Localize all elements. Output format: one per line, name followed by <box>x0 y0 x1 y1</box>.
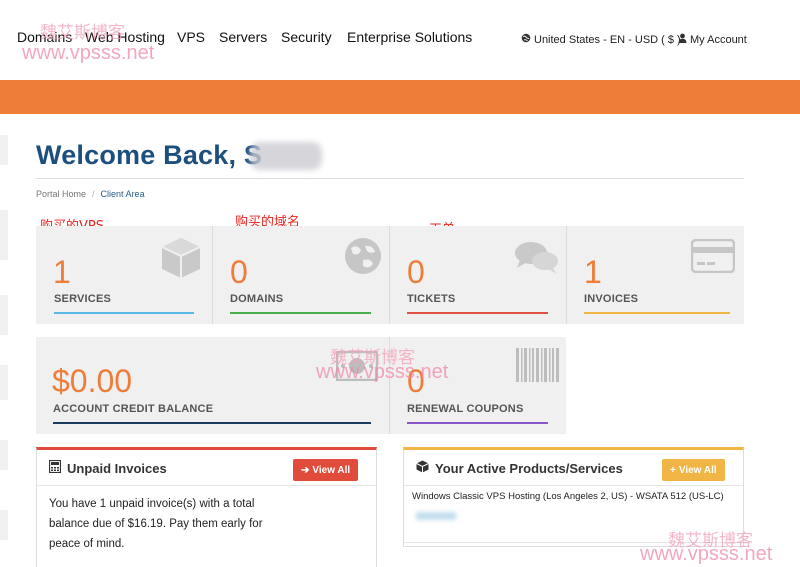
unpaid-invoices-header: Unpaid Invoices ➔ View All <box>37 450 376 486</box>
barcode-icon <box>516 348 560 387</box>
unpaid-invoices-title: Unpaid Invoices <box>48 459 167 476</box>
redacted-name <box>250 142 322 170</box>
header-banner <box>0 80 800 114</box>
left-edge-strip <box>0 440 8 470</box>
active-products-title-text: Your Active Products/Services <box>435 460 623 476</box>
divider <box>404 542 743 543</box>
cube-icon <box>416 460 429 476</box>
left-edge-strip <box>0 135 8 165</box>
page-title: Welcome Back, S <box>36 140 263 170</box>
breadcrumb-client-area[interactable]: Client Area <box>101 189 145 199</box>
credit-balance-underline <box>53 422 371 424</box>
services-tile[interactable]: 1 SERVICES <box>36 226 212 324</box>
tickets-underline <box>407 312 548 314</box>
tickets-tile[interactable]: 0 TICKETS <box>390 226 566 324</box>
nav-domains[interactable]: Domains <box>17 29 72 45</box>
domains-label: DOMAINS <box>230 293 284 305</box>
products-view-all-button[interactable]: + View All <box>662 459 725 481</box>
breadcrumb-separator: / <box>92 189 95 199</box>
active-products-panel: Your Active Products/Services + View All… <box>403 447 744 547</box>
unpaid-view-all-label: View All <box>312 464 351 476</box>
renewal-coupons-underline <box>407 422 548 424</box>
calculator-icon <box>48 459 62 476</box>
invoices-tile[interactable]: 1 INVOICES <box>567 226 744 324</box>
arrow-right-icon: ➔ <box>301 464 310 476</box>
nav-servers[interactable]: Servers <box>219 29 267 45</box>
nav-security[interactable]: Security <box>281 29 332 45</box>
credit-balance-value: $0.00 <box>52 363 133 399</box>
left-edge-strip <box>0 295 8 335</box>
renewal-coupons-tile[interactable]: 0 RENEWAL COUPONS <box>390 337 566 434</box>
services-count: 1 <box>53 254 71 290</box>
unpaid-message-line: peace of mind. <box>49 538 125 550</box>
nav-vps[interactable]: VPS <box>177 29 205 45</box>
breadcrumb-portal-home[interactable]: Portal Home <box>36 189 86 199</box>
renewal-coupons-label: RENEWAL COUPONS <box>407 403 524 415</box>
unpaid-invoices-title-text: Unpaid Invoices <box>67 460 167 476</box>
active-product-item[interactable]: Windows Classic VPS Hosting (Los Angeles… <box>412 490 724 504</box>
breadcrumb: Portal Home / Client Area <box>36 189 145 199</box>
services-label: SERVICES <box>54 293 112 305</box>
invoices-count: 1 <box>584 254 602 290</box>
invoices-underline <box>584 312 730 314</box>
locale-selector[interactable]: United States - EN - USD ( $ ) <box>521 33 681 46</box>
my-account-link[interactable]: My Account <box>678 33 747 46</box>
credit-balance-label: ACCOUNT CREDIT BALANCE <box>53 403 214 415</box>
top-navigation: Domains Web Hosting VPS Servers Security… <box>0 0 800 80</box>
unpaid-message-line: balance due of $16.19. Pay them early fo… <box>49 518 263 530</box>
tickets-count: 0 <box>407 254 425 290</box>
credit-card-icon <box>690 238 736 278</box>
nav-enterprise-solutions[interactable]: Enterprise Solutions <box>347 29 472 45</box>
domains-tile[interactable]: 0 DOMAINS <box>213 226 389 324</box>
domains-count: 0 <box>230 254 248 290</box>
money-icon <box>335 350 379 386</box>
globe-icon <box>343 236 383 281</box>
cube-icon <box>160 236 202 285</box>
comments-icon <box>514 240 560 281</box>
credit-balance-tile[interactable]: $0.00 ACCOUNT CREDIT BALANCE <box>36 337 389 434</box>
unpaid-view-all-button[interactable]: ➔ View All <box>293 459 359 481</box>
tickets-label: TICKETS <box>407 293 456 305</box>
invoices-label: INVOICES <box>584 293 639 305</box>
left-edge-strip <box>0 210 8 260</box>
nav-web-hosting[interactable]: Web Hosting <box>85 29 165 45</box>
globe-icon <box>521 33 531 46</box>
active-products-title: Your Active Products/Services <box>416 460 623 476</box>
left-edge-strip <box>0 365 8 400</box>
products-view-all-label: View All <box>678 464 717 476</box>
active-product-name: Windows Classic VPS Hosting (Los Angeles… <box>412 491 724 502</box>
unpaid-invoices-message: You have 1 unpaid invoice(s) with a tota… <box>49 494 263 554</box>
domains-underline <box>230 312 371 314</box>
services-underline <box>54 312 194 314</box>
left-edge-strip <box>0 510 8 540</box>
unpaid-invoices-panel: Unpaid Invoices ➔ View All You have 1 un… <box>36 447 377 567</box>
renewal-coupons-count: 0 <box>407 363 425 399</box>
redacted-domain <box>416 512 456 520</box>
active-products-header: Your Active Products/Services + View All <box>404 450 743 486</box>
user-icon <box>678 33 687 46</box>
plus-icon: + <box>670 464 676 476</box>
unpaid-message-line: You have 1 unpaid invoice(s) with a tota… <box>49 498 255 510</box>
divider <box>36 178 744 179</box>
locale-label: United States - EN - USD ( $ ) <box>534 33 681 46</box>
my-account-label: My Account <box>690 33 747 46</box>
